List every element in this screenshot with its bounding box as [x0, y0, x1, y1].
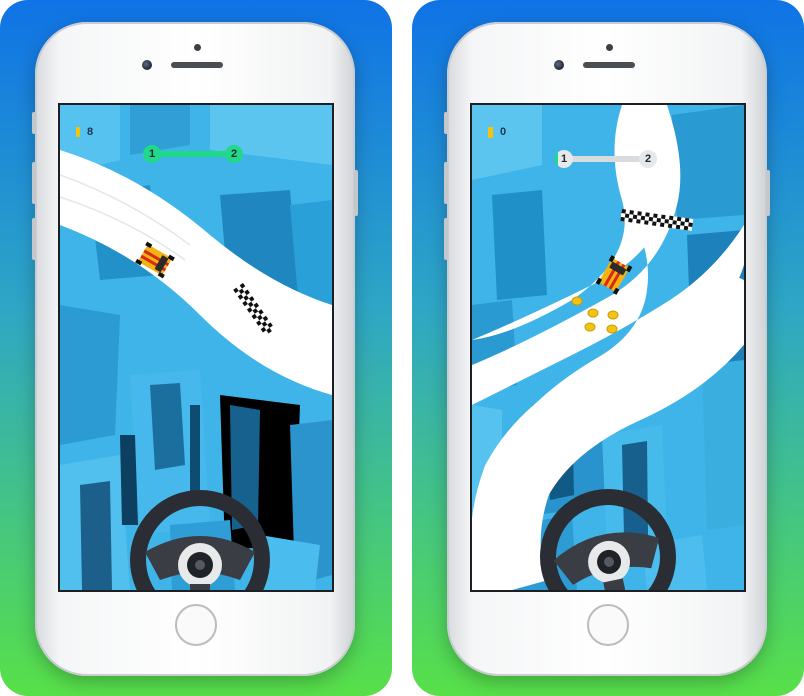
coin-count: 8 — [87, 126, 94, 138]
volume-down-button — [32, 218, 36, 260]
city-scene — [60, 105, 332, 590]
volume-up-button — [32, 162, 36, 204]
power-button — [354, 170, 358, 216]
end-level-number: 2 — [230, 148, 238, 160]
game-screen[interactable]: 8 1 2 — [60, 105, 332, 590]
coin — [607, 310, 619, 320]
screenshot-panel-left: 8 1 2 — [0, 0, 392, 696]
proximity-sensor — [194, 44, 201, 51]
screenshot-panel-right: 0 1 2 — [412, 0, 804, 696]
volume-down-button — [444, 218, 448, 260]
game-screen[interactable]: 0 1 2 — [472, 105, 744, 590]
volume-up-button — [444, 162, 448, 204]
coin — [587, 308, 599, 318]
home-button-icon[interactable] — [175, 604, 217, 646]
phone-frame: 8 1 2 — [32, 22, 358, 676]
front-camera-icon — [142, 60, 152, 70]
coin-count: 0 — [500, 126, 507, 138]
proximity-sensor — [606, 44, 613, 51]
coin-icon — [488, 127, 493, 138]
power-button — [766, 170, 770, 216]
mute-switch — [444, 112, 448, 134]
front-camera-icon — [554, 60, 564, 70]
city-scene — [472, 105, 744, 590]
start-level-number: 1 — [148, 148, 156, 160]
home-button-icon[interactable] — [587, 604, 629, 646]
mute-switch — [32, 112, 36, 134]
start-level-number: 1 — [560, 153, 568, 165]
coin — [571, 296, 583, 306]
earpiece-speaker — [171, 62, 223, 68]
phone-frame: 0 1 2 — [444, 22, 770, 676]
coin — [584, 322, 596, 332]
earpiece-speaker — [583, 62, 635, 68]
coin — [606, 324, 618, 334]
end-level-number: 2 — [644, 153, 652, 165]
coin-icon — [76, 127, 80, 137]
